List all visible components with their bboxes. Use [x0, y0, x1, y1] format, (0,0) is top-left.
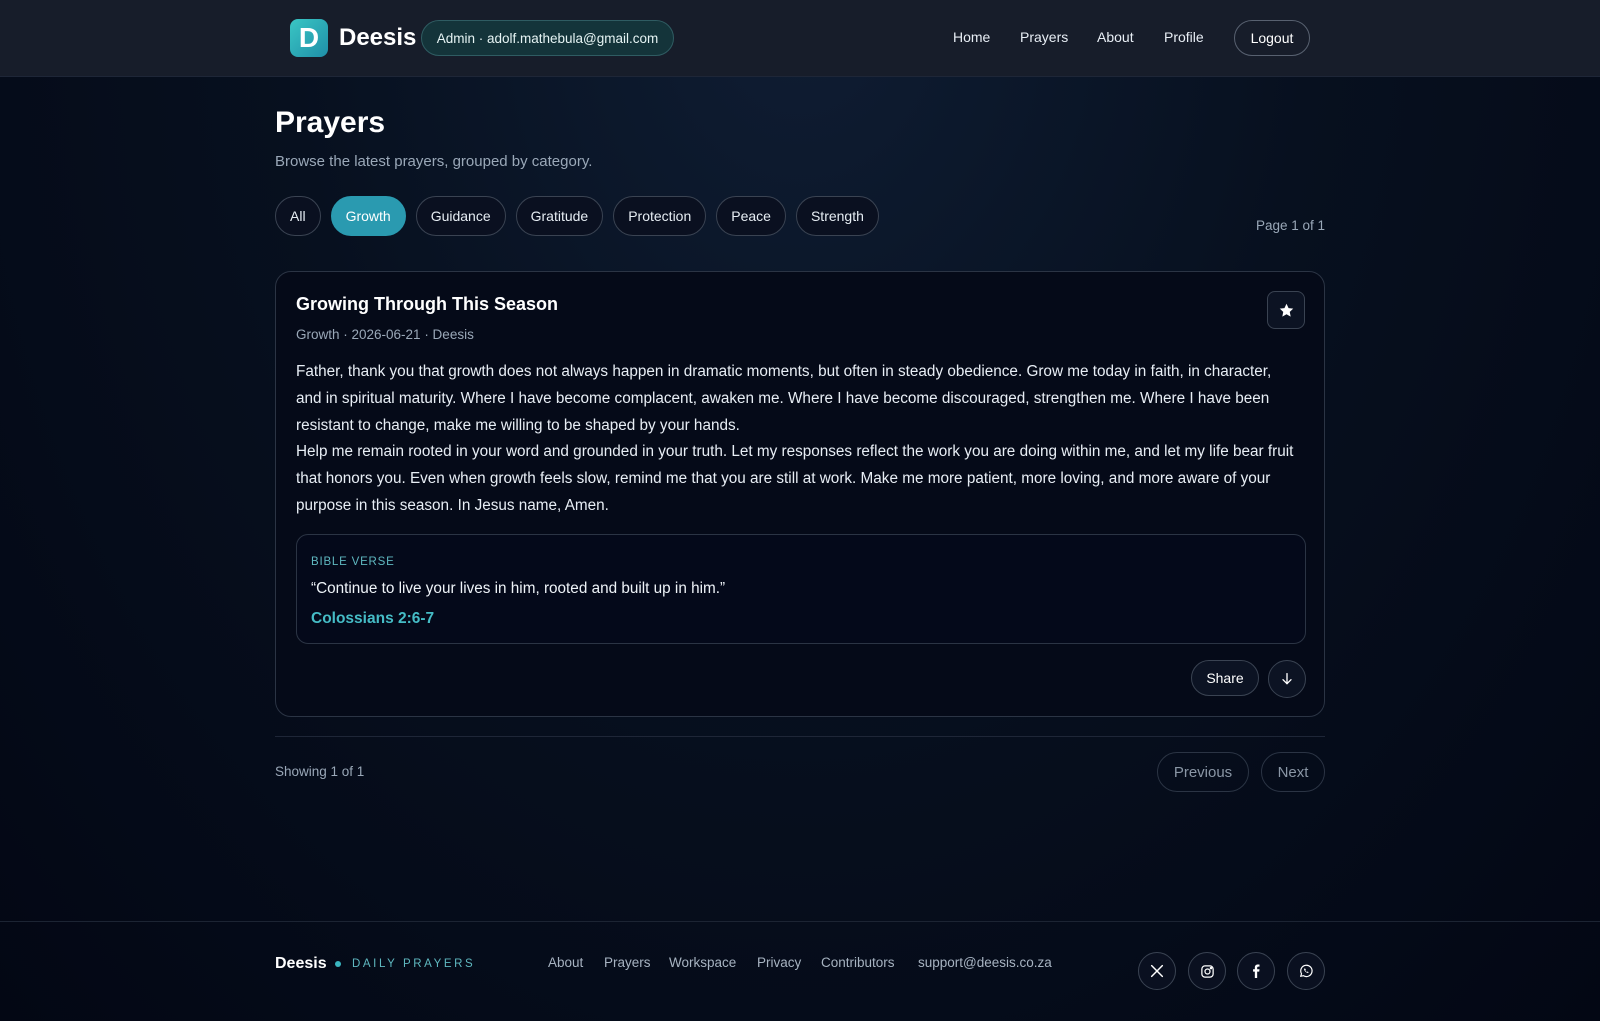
page-subtitle: Browse the latest prayers, grouped by ca…: [275, 153, 593, 170]
star-icon: [1279, 303, 1293, 317]
top-nav-bar: D Deesis Admin · adolf.mathebula@gmail.c…: [0, 0, 1600, 77]
results-count: Showing 1 of 1: [275, 764, 365, 779]
footer-brand[interactable]: Deesis: [275, 955, 327, 973]
bible-verse-box: BIBLE VERSE “Continue to live your lives…: [296, 534, 1306, 644]
verse-label: BIBLE VERSE: [311, 556, 395, 568]
instagram-icon: [1200, 964, 1214, 978]
logo-icon[interactable]: D: [290, 19, 328, 57]
arrow-down-icon: [1282, 673, 1292, 685]
filter-guidance[interactable]: Guidance: [415, 196, 506, 236]
brand-name[interactable]: Deesis: [339, 24, 416, 52]
next-button[interactable]: Next: [1261, 752, 1325, 792]
previous-button[interactable]: Previous: [1157, 752, 1249, 792]
footer-link-prayers[interactable]: Prayers: [604, 955, 651, 970]
filter-peace[interactable]: Peace: [716, 196, 786, 236]
prayer-paragraph: Help me remain rooted in your word and g…: [296, 443, 1294, 514]
footer-tagline: DAILY PRAYERS: [352, 958, 476, 970]
footer-link-workspace[interactable]: Workspace: [669, 955, 736, 970]
nav-prayers[interactable]: Prayers: [1020, 29, 1068, 45]
logout-button[interactable]: Logout: [1234, 20, 1310, 56]
x-icon: [1150, 964, 1164, 978]
filter-growth[interactable]: Growth: [330, 196, 406, 236]
facebook-social-button[interactable]: [1237, 952, 1275, 990]
nav-about[interactable]: About: [1097, 29, 1134, 45]
verse-reference[interactable]: Colossians 2:6-7: [311, 610, 434, 628]
footer-dot: [335, 961, 341, 967]
nav-home[interactable]: Home: [953, 29, 990, 45]
footer-link-support-email[interactable]: support@deesis.co.za: [918, 955, 1052, 970]
favorite-button[interactable]: [1267, 291, 1305, 329]
whatsapp-icon: [1300, 964, 1313, 978]
facebook-icon: [1253, 964, 1260, 978]
share-button[interactable]: Share: [1191, 660, 1259, 696]
footer-link-contributors[interactable]: Contributors: [821, 955, 895, 970]
prayer-card: Growing Through This Season Growth · 202…: [275, 271, 1325, 717]
prayer-meta: Growth · 2026-06-21 · Deesis: [296, 327, 474, 342]
download-button[interactable]: [1268, 660, 1306, 698]
verse-text: “Continue to live your lives in him, roo…: [311, 580, 726, 597]
divider: [275, 736, 1325, 737]
admin-badge: Admin · adolf.mathebula@gmail.com: [421, 20, 674, 56]
whatsapp-social-button[interactable]: [1287, 952, 1325, 990]
filter-all[interactable]: All: [275, 196, 321, 236]
filter-gratitude[interactable]: Gratitude: [515, 196, 604, 236]
prayer-title: Growing Through This Season: [296, 294, 559, 314]
footer-link-privacy[interactable]: Privacy: [757, 955, 801, 970]
filter-protection[interactable]: Protection: [613, 196, 707, 236]
x-social-button[interactable]: [1138, 952, 1176, 990]
filter-strength[interactable]: Strength: [795, 196, 879, 236]
page-title: Prayers: [275, 106, 386, 139]
nav-profile[interactable]: Profile: [1164, 29, 1204, 45]
prayer-body: Father, thank you that growth does not a…: [296, 359, 1296, 520]
footer-divider: [0, 921, 1600, 922]
page-indicator: Page 1 of 1: [1255, 218, 1325, 233]
category-filters: All Growth Guidance Gratitude Protection…: [275, 196, 879, 236]
footer-link-about[interactable]: About: [548, 955, 583, 970]
prayer-paragraph: Father, thank you that growth does not a…: [296, 363, 1272, 434]
instagram-social-button[interactable]: [1188, 952, 1226, 990]
